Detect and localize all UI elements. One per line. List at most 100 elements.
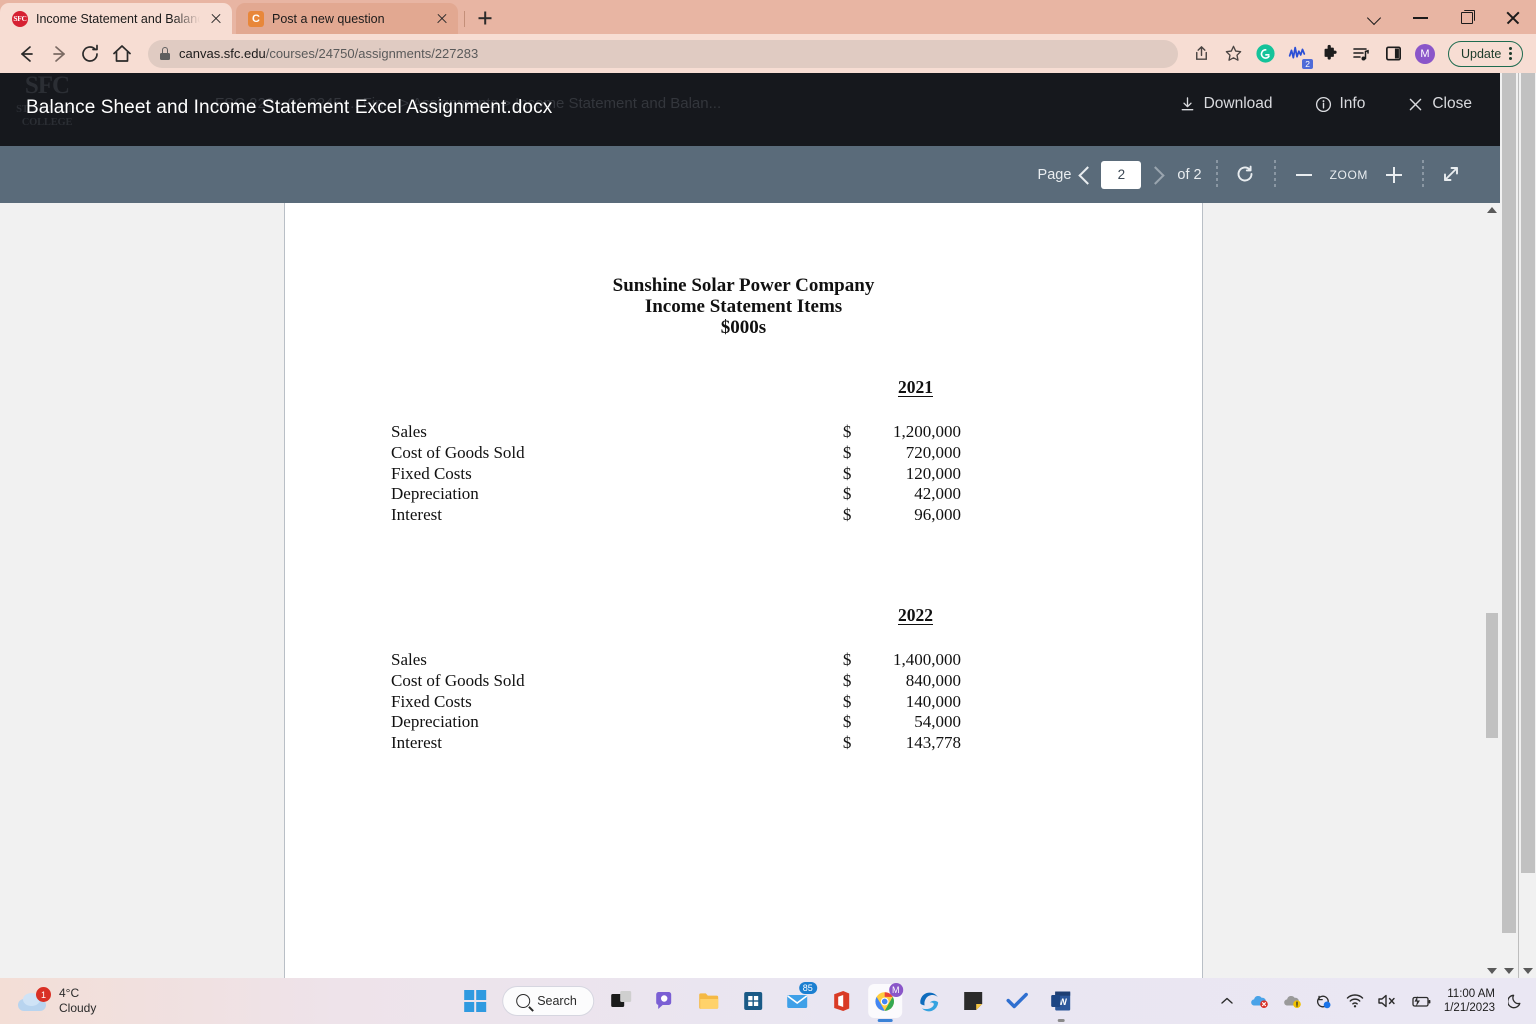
tab-income-statement[interactable]: SFC Income Statement and Balance S	[0, 3, 232, 34]
edge-button[interactable]	[912, 984, 946, 1018]
tab-close-icon[interactable]	[434, 11, 450, 27]
share-icon[interactable]	[1186, 39, 1216, 69]
viewer-scrollbar-thumb[interactable]	[1486, 613, 1498, 738]
toolbar-divider	[1273, 159, 1276, 190]
microsoft-store-button[interactable]	[736, 984, 770, 1018]
page-content: SFC ST. FRANCIS COLLEGE FSC 220 - 01 224…	[0, 73, 1536, 978]
row-label: Fixed Costs	[391, 463, 472, 483]
page-navigation: Page of 2	[1038, 160, 1202, 190]
row-value: 143,778	[905, 733, 961, 753]
extension-icon[interactable]	[1314, 39, 1344, 69]
address-bar[interactable]: canvas.sfc.edu/courses/24750/assignments…	[148, 39, 1178, 68]
sticky-notes-button[interactable]	[956, 984, 990, 1018]
previous-page-chevron-left-icon[interactable]	[1071, 160, 1101, 190]
waveform-extension-icon[interactable]: 2	[1282, 39, 1313, 69]
mail-button[interactable]: 85	[780, 982, 817, 1018]
weather-text: 4°C Cloudy	[59, 986, 96, 1016]
rotate-button[interactable]	[1232, 161, 1260, 189]
outer-scrollbar-thumb[interactable]	[1521, 73, 1535, 873]
url-domain: canvas.sfc.edu	[179, 46, 266, 61]
chegg-favicon-icon: C	[248, 10, 264, 27]
tab-search-chevron-down-icon[interactable]	[1352, 0, 1398, 34]
tab-post-a-new-question[interactable]: C Post a new question	[236, 3, 458, 34]
row-currency: $	[842, 712, 852, 732]
side-panel-icon[interactable]	[1378, 39, 1408, 69]
show-hidden-icons-chevron-up-icon[interactable]	[1217, 991, 1237, 1011]
moon-icon[interactable]	[1506, 991, 1526, 1011]
rotate-icon	[1237, 165, 1253, 181]
forward-arrow-icon[interactable]	[42, 38, 74, 70]
scroll-down-arrow-icon[interactable]	[1487, 968, 1497, 974]
onedrive-error-icon[interactable]	[1248, 991, 1270, 1011]
avatar[interactable]: M	[1410, 39, 1440, 69]
maximize-restore-button[interactable]	[1444, 0, 1490, 34]
scroll-down-arrow-icon[interactable]	[1522, 968, 1533, 974]
scroll-up-arrow-icon[interactable]	[1487, 207, 1497, 213]
close-viewer-button[interactable]: Close	[1407, 95, 1472, 113]
weather-condition: Cloudy	[59, 1001, 97, 1015]
chrome-profile-badge: M	[888, 983, 903, 997]
outer-scrollbar[interactable]	[1518, 73, 1536, 978]
office-button[interactable]	[824, 984, 858, 1018]
download-button[interactable]: Download	[1179, 95, 1273, 113]
reload-icon[interactable]	[74, 38, 106, 70]
reading-list-icon[interactable]	[1346, 39, 1376, 69]
url-path: /courses/24750/assignments/227283	[265, 46, 479, 61]
row-currency: $	[842, 691, 852, 711]
tab-close-icon[interactable]	[208, 11, 224, 27]
volume-muted-icon[interactable]	[1376, 991, 1398, 1011]
word-button[interactable]: W	[1044, 984, 1078, 1022]
next-page-chevron-right-icon[interactable]	[1141, 160, 1171, 190]
wifi-icon[interactable]	[1345, 991, 1365, 1011]
page-scrollbar[interactable]	[1500, 73, 1518, 978]
tab-strip: SFC Income Statement and Balance S C Pos…	[0, 0, 1536, 34]
battery-charging-icon[interactable]	[1409, 991, 1433, 1011]
table-row: Fixed Costs $ 140,000	[391, 692, 961, 713]
start-button[interactable]	[458, 984, 492, 1018]
clock[interactable]: 11:00 AM 1/21/2023	[1444, 987, 1495, 1015]
expand-icon	[1444, 166, 1458, 181]
zoom-in-button[interactable]	[1380, 161, 1408, 189]
info-label: Info	[1339, 95, 1366, 112]
row-value: 720,000	[905, 442, 961, 462]
mail-badge: 85	[798, 982, 817, 994]
info-button[interactable]: Info	[1315, 95, 1366, 113]
row-currency: $	[842, 505, 852, 525]
chat-button[interactable]	[648, 984, 682, 1018]
star-icon[interactable]	[1218, 39, 1248, 69]
task-view-button[interactable]	[604, 984, 638, 1018]
grammarly-icon[interactable]	[1250, 39, 1280, 69]
taskbar-search[interactable]: Search	[502, 986, 594, 1016]
window-close-button[interactable]	[1490, 0, 1536, 34]
fullscreen-button[interactable]	[1438, 161, 1466, 189]
sfc-favicon-icon: SFC	[12, 10, 28, 27]
row-label: Sales	[391, 422, 427, 441]
row-value: 54,000	[914, 712, 961, 732]
todo-button[interactable]	[1000, 984, 1034, 1018]
income-table-2021: Sales $ 1,200,000 Cost of Goods Sold $ 7…	[391, 422, 961, 526]
update-button[interactable]: Update	[1448, 40, 1524, 67]
row-currency: $	[842, 650, 852, 669]
scroll-down-arrow-icon[interactable]	[1504, 968, 1514, 974]
zoom-out-button[interactable]	[1290, 161, 1318, 189]
file-explorer-button[interactable]	[692, 984, 726, 1018]
section-2022: 2022 Sales $ 1,400,000 Cost of Goods Sol…	[391, 605, 961, 754]
sync-icon[interactable]	[1314, 991, 1334, 1011]
viewer-scrollbar[interactable]	[1484, 203, 1500, 978]
chrome-menu-icon[interactable]	[1509, 47, 1513, 60]
weather-widget[interactable]: 1 4°C Cloudy	[0, 986, 200, 1016]
info-icon	[1315, 96, 1331, 112]
new-tab-button[interactable]	[471, 4, 499, 32]
table-row: Cost of Goods Sold $ 840,000	[391, 671, 961, 692]
home-icon[interactable]	[106, 38, 138, 70]
page-scrollbar-thumb[interactable]	[1502, 73, 1516, 933]
update-label: Update	[1461, 46, 1502, 61]
back-arrow-icon[interactable]	[10, 38, 42, 70]
onedrive-warning-icon[interactable]	[1281, 991, 1303, 1011]
page-number-input[interactable]	[1101, 160, 1142, 189]
row-currency: $	[842, 422, 852, 441]
minimize-button[interactable]	[1398, 0, 1444, 34]
row-value: 140,000	[905, 691, 961, 711]
search-icon	[516, 994, 531, 1008]
chrome-button[interactable]: M	[867, 983, 903, 1022]
